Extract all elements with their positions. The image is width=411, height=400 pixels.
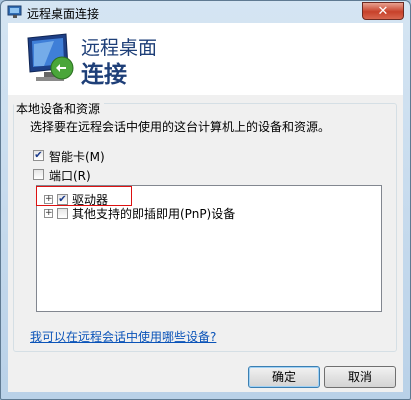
- ports-label[interactable]: 端口(R): [49, 167, 91, 184]
- remote-desktop-window: 远程桌面连接 ✕ 远程桌面 连接 本地设备和资源 选择要在远程会话中使用的这台计…: [0, 0, 411, 400]
- close-icon: ✕: [377, 4, 389, 19]
- dialog-body: 本地设备和资源 选择要在远程会话中使用的这台计算机上的设备和资源。 ✔ 智能卡(…: [8, 95, 403, 392]
- pnp-label[interactable]: 其他支持的即插即用(PnP)设备: [72, 205, 235, 222]
- ports-checkbox[interactable]: [33, 169, 44, 180]
- annotation-highlight-box: [36, 186, 132, 206]
- expand-pnp-button[interactable]: +: [44, 209, 53, 218]
- close-button[interactable]: ✕: [362, 2, 404, 20]
- group-description: 选择要在远程会话中使用的这台计算机上的设备和资源。: [30, 120, 331, 134]
- title-bar[interactable]: 远程桌面连接 ✕: [1, 1, 410, 23]
- cancel-button[interactable]: 取消: [324, 366, 396, 388]
- remote-desktop-monitor-icon: [27, 33, 74, 81]
- smartcard-label[interactable]: 智能卡(M): [49, 148, 105, 165]
- pnp-checkbox[interactable]: [57, 208, 68, 219]
- ok-button[interactable]: 确定: [248, 366, 320, 388]
- remote-desktop-icon: [7, 5, 22, 18]
- group-title: 本地设备和资源: [14, 100, 105, 117]
- window-title: 远程桌面连接: [27, 7, 100, 21]
- smartcard-checkbox[interactable]: ✔: [33, 150, 44, 161]
- header-title-line2: 连接: [81, 62, 127, 88]
- header-banner: 远程桌面 连接: [8, 23, 403, 95]
- devices-help-link[interactable]: 我可以在远程会话中使用哪些设备?: [30, 328, 216, 345]
